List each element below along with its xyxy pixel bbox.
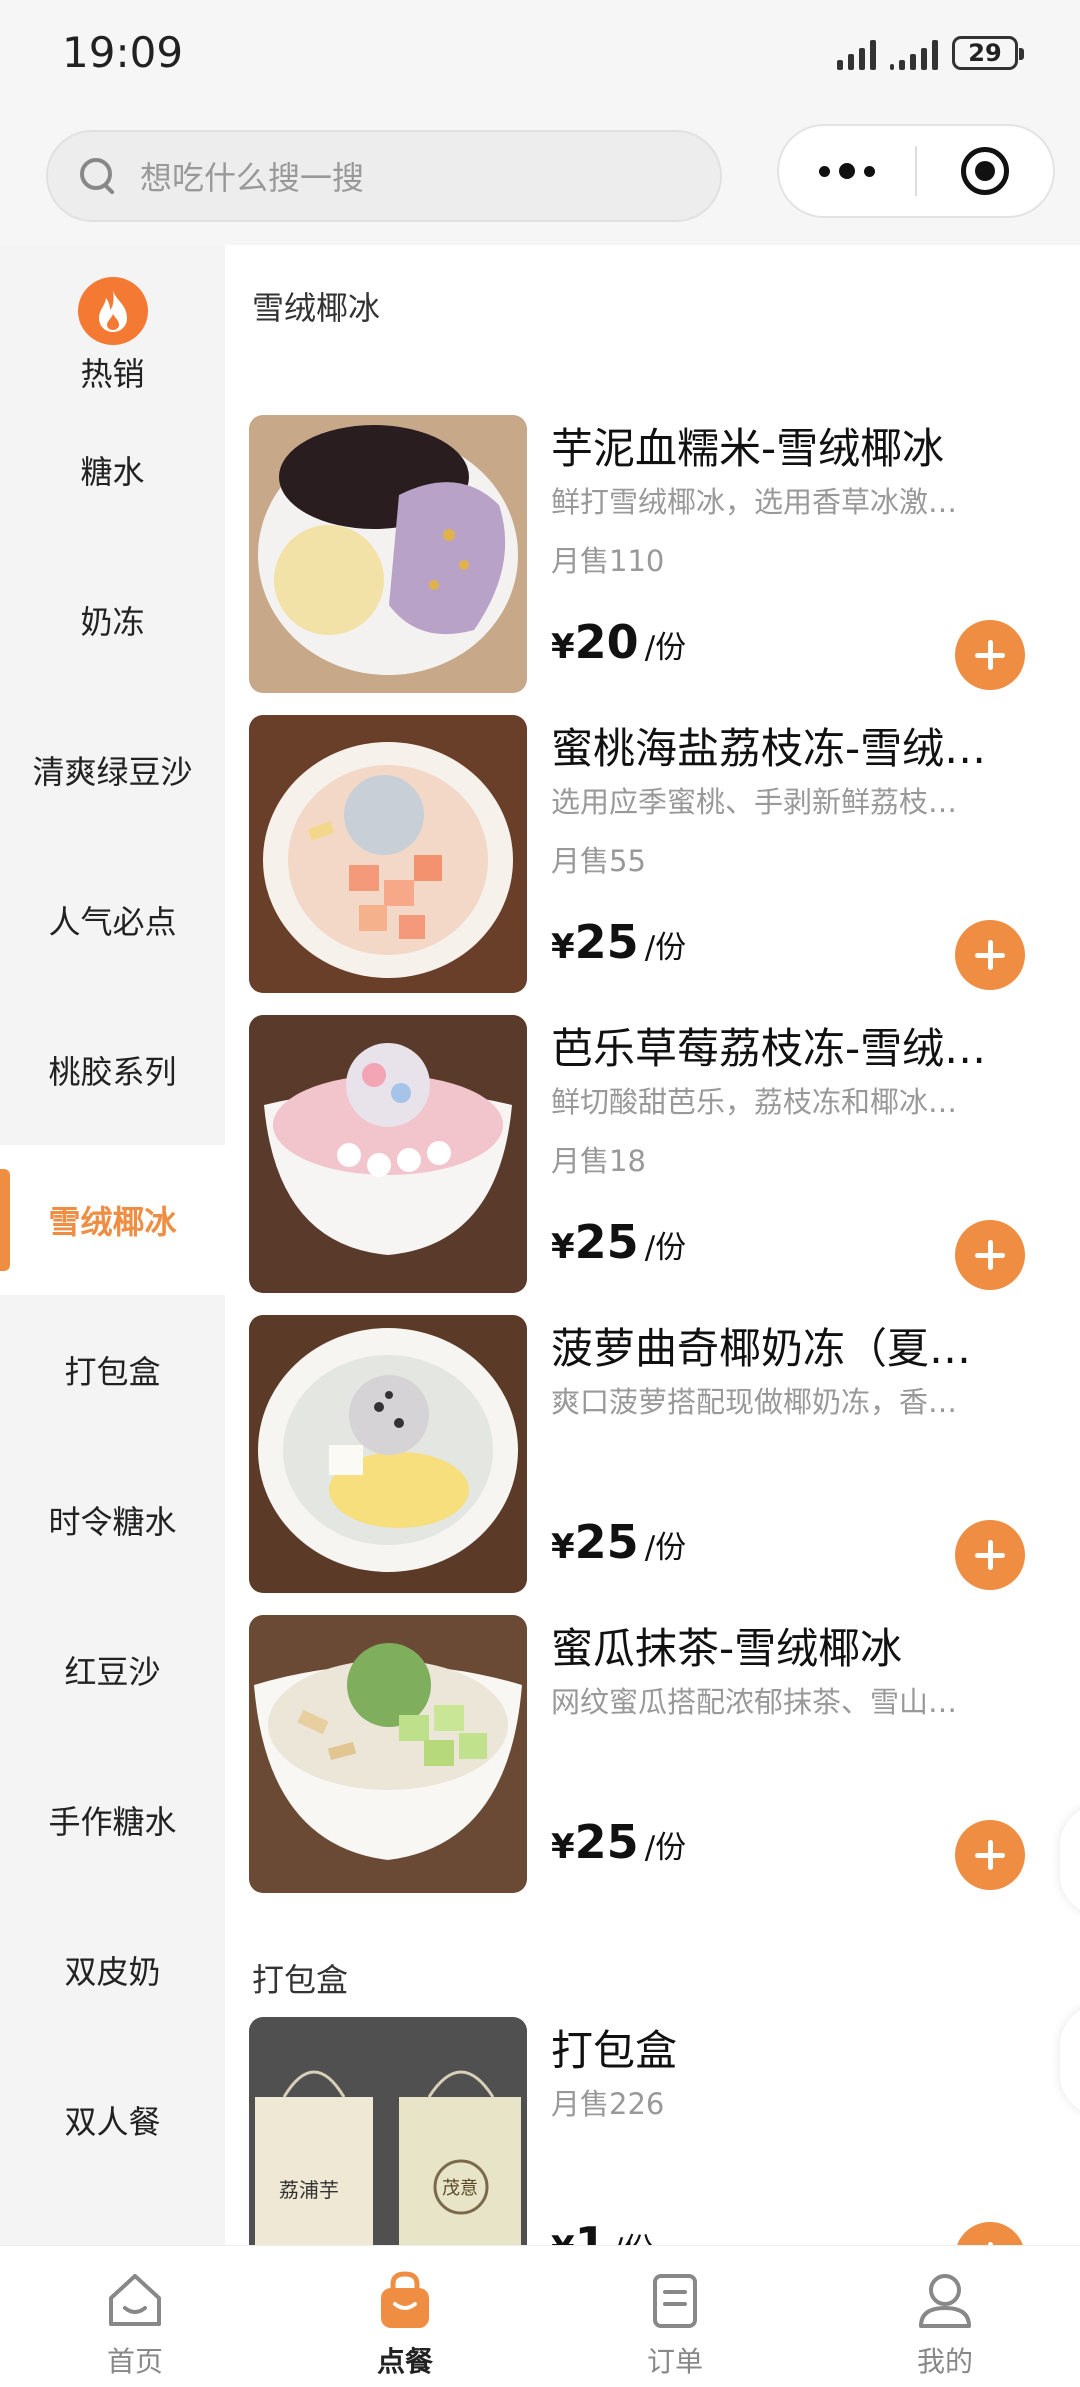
product-desc: 爽口菠萝搭配现做椰奶冻，香… — [551, 1385, 958, 1419]
sidebar-item-label: 糖水 — [80, 453, 145, 491]
sidebar-item-label: 手作糖水 — [48, 1803, 177, 1841]
list-item[interactable]: 蜜瓜抹茶-雪绒椰冰 网纹蜜瓜搭配浓郁抹茶、雪山… ¥ 25 /份 — [249, 1615, 1069, 1895]
product-price: ¥ 25 /份 — [551, 1815, 687, 1869]
sidebar-item-label: 人气必点 — [48, 903, 177, 941]
product-image — [249, 1015, 527, 1293]
product-price: ¥ 1 /份 — [551, 2217, 654, 2245]
sidebar-item-label: 奶冻 — [80, 603, 145, 641]
product-desc: 鲜打雪绒椰冰，选用香草冰激… — [551, 485, 958, 519]
product-image — [249, 1315, 527, 1593]
mini-program-capsule — [777, 124, 1055, 218]
product-price: ¥ 25 /份 — [551, 1215, 687, 1269]
sidebar-item-label: 雪绒椰冰 — [48, 1203, 177, 1241]
product-image — [249, 715, 527, 993]
list-item[interactable]: 芭乐草莓荔枝冻-雪绒… 鲜切酸甜芭乐，荔枝冻和椰冰… 月售18 ¥ 25 /份 — [249, 1015, 1069, 1295]
sidebar-item-coconut-ice[interactable]: 雪绒椰冰 — [0, 1145, 225, 1295]
product-image — [249, 1615, 527, 1893]
product-desc: 鲜切酸甜芭乐，荔枝冻和椰冰… — [551, 1085, 958, 1119]
sidebar-item-takeout-box[interactable]: 打包盒 — [0, 1295, 225, 1445]
list-item[interactable]: 芋泥血糯米-雪绒椰冰 鲜打雪绒椰冰，选用香草冰激… 月售110 ¥ 20 /份 — [249, 415, 1069, 695]
close-miniprogram-icon[interactable] — [917, 126, 1053, 216]
bag-logo-text-left: 荔浦芋 — [279, 2178, 339, 2202]
add-to-cart-button[interactable] — [955, 1520, 1025, 1590]
sidebar-item-peach-gum[interactable]: 桃胶系列 — [0, 995, 225, 1145]
nav-label: 订单 — [646, 2345, 703, 2378]
sidebar-item-sweet-soup[interactable]: 糖水 — [0, 395, 225, 545]
product-sales: 月售110 — [551, 544, 665, 578]
profile-icon — [919, 2274, 971, 2328]
signal-icon — [837, 36, 876, 70]
sidebar-item-label: 双皮奶 — [64, 1953, 161, 1991]
sidebar-item-red-bean[interactable]: 红豆沙 — [0, 1595, 225, 1745]
nav-label: 我的 — [916, 2345, 973, 2378]
fire-icon — [77, 277, 148, 345]
battery-icon: 29 — [952, 36, 1024, 70]
orders-list-icon — [653, 2274, 697, 2328]
add-to-cart-button[interactable] — [955, 2222, 1025, 2245]
search-icon — [78, 156, 118, 196]
add-to-cart-button[interactable] — [955, 1820, 1025, 1890]
search-placeholder: 想吃什么搜一搜 — [140, 159, 365, 197]
product-name: 芋泥血糯米-雪绒椰冰 — [551, 424, 945, 473]
nav-label: 首页 — [106, 2345, 163, 2378]
product-sales: 月售55 — [551, 844, 646, 878]
home-icon — [109, 2274, 161, 2326]
sidebar-item-label: 双人餐 — [64, 2103, 161, 2141]
bag-logo-text-right: 茂意 — [442, 2178, 478, 2199]
sidebar-item-label: 红豆沙 — [64, 1653, 161, 1691]
product-price: ¥ 25 /份 — [551, 915, 687, 969]
status-time: 19:09 — [62, 28, 184, 77]
product-desc: 选用应季蜜桃、手剥新鲜荔枝… — [551, 785, 958, 819]
list-item[interactable]: 蜜桃海盐荔枝冻-雪绒… 选用应季蜜桃、手剥新鲜荔枝… 月售55 ¥ 25 /份 — [249, 715, 1069, 995]
sidebar-item-milk-jelly[interactable]: 奶冻 — [0, 545, 225, 695]
product-name: 菠萝曲奇椰奶冻（夏… — [551, 1324, 972, 1373]
bottom-nav: 首页 点餐 订单 我的 — [0, 2245, 1080, 2387]
category-sidebar: 热销 糖水 奶冻 清爽绿豆沙 人气必点 桃胶系列 雪绒椰冰 打包盒 时令糖水 红… — [0, 245, 225, 2245]
header: 想吃什么搜一搜 — [0, 110, 1080, 245]
product-name: 蜜瓜抹茶-雪绒椰冰 — [551, 1624, 903, 1673]
product-name: 蜜桃海盐荔枝冻-雪绒… — [551, 724, 987, 773]
sidebar-item-label: 时令糖水 — [48, 1503, 177, 1541]
order-bag-icon — [381, 2271, 429, 2328]
sidebar-item-popular[interactable]: 人气必点 — [0, 845, 225, 995]
product-image — [249, 415, 527, 693]
product-image: 荔浦芋 茂意 — [249, 2017, 527, 2245]
product-price: ¥ 20 /份 — [551, 615, 687, 669]
product-sales: 月售226 — [551, 2087, 665, 2121]
list-item[interactable]: 荔浦芋 茂意 打包盒 月售226 ¥ 1 /份 — [249, 2017, 1069, 2245]
nav-profile[interactable]: 我的 — [810, 2246, 1080, 2387]
sidebar-item-handmade[interactable]: 手作糖水 — [0, 1745, 225, 1895]
add-to-cart-button[interactable] — [955, 920, 1025, 990]
sidebar-item-double-skin-milk[interactable]: 双皮奶 — [0, 1895, 225, 2045]
sidebar-item-label: 桃胶系列 — [48, 1053, 177, 1091]
status-icons: 29 — [837, 36, 1024, 70]
nav-order-food[interactable]: 点餐 — [270, 2246, 540, 2387]
signal-2-icon — [890, 36, 938, 70]
nav-orders[interactable]: 订单 — [540, 2246, 810, 2387]
sidebar-item-label: 清爽绿豆沙 — [32, 753, 193, 791]
product-name: 芭乐草莓荔枝冻-雪绒… — [551, 1024, 987, 1073]
add-to-cart-button[interactable] — [955, 620, 1025, 690]
product-sales: 月售18 — [551, 1144, 646, 1178]
search-input[interactable]: 想吃什么搜一搜 — [46, 130, 722, 222]
status-bar: 19:09 29 — [0, 0, 1080, 110]
sidebar-item-seasonal[interactable]: 时令糖水 — [0, 1445, 225, 1595]
product-desc: 网纹蜜瓜搭配浓郁抹茶、雪山… — [551, 1685, 958, 1719]
product-list: ¥ 25 /份 雪绒椰冰 芋泥血糯米-雪绒椰冰 鲜打雪绒椰冰，选用香草冰激… 月… — [225, 245, 1080, 2245]
more-icon[interactable] — [779, 126, 915, 216]
nav-label: 点餐 — [376, 2345, 433, 2378]
sidebar-item-label: 热销 — [80, 355, 145, 393]
product-name: 打包盒 — [551, 2026, 678, 2075]
sidebar-item-label: 打包盒 — [64, 1353, 161, 1391]
section-title: 打包盒 — [252, 1961, 349, 1999]
product-price: ¥ 25 /份 — [551, 1515, 687, 1569]
sidebar-item-combo[interactable]: 双人餐 — [0, 2045, 225, 2195]
sticky-section-header: 雪绒椰冰 — [225, 245, 1080, 335]
list-item[interactable]: 菠萝曲奇椰奶冻（夏… 爽口菠萝搭配现做椰奶冻，香… ¥ 25 /份 — [249, 1315, 1069, 1595]
add-to-cart-button[interactable] — [955, 1220, 1025, 1290]
nav-home[interactable]: 首页 — [0, 2246, 270, 2387]
sidebar-item-hot[interactable]: 热销 — [0, 245, 225, 395]
sidebar-item-mung-bean[interactable]: 清爽绿豆沙 — [0, 695, 225, 845]
section-title: 雪绒椰冰 — [252, 289, 381, 327]
